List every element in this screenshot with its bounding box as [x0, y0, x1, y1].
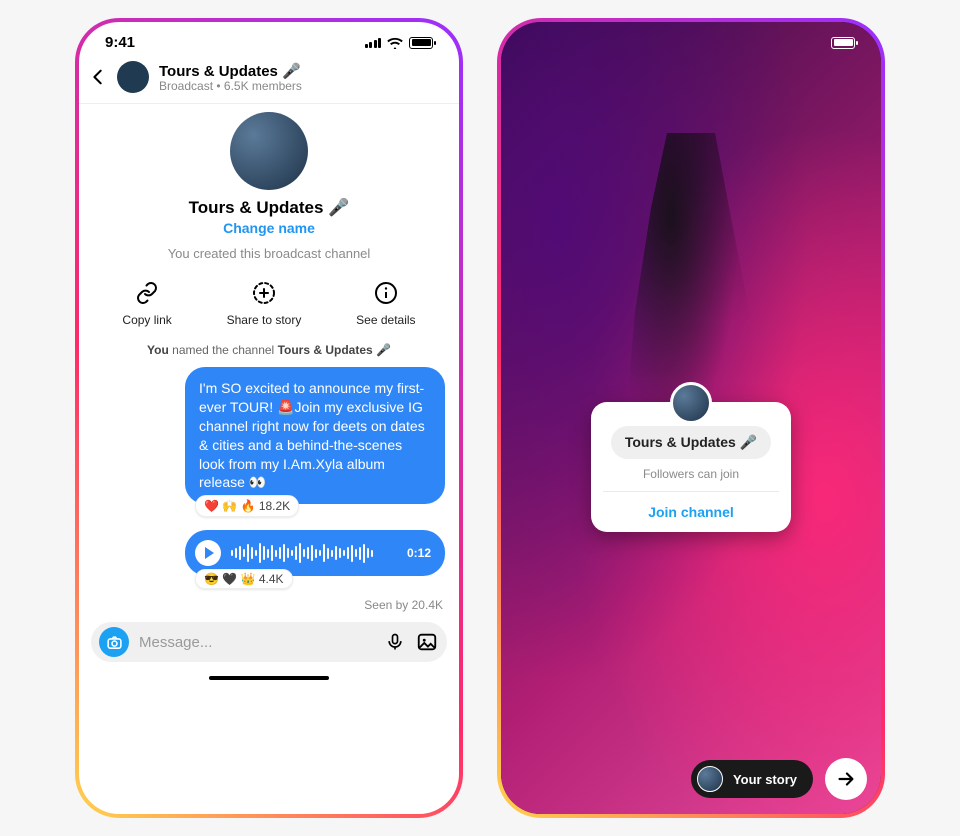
- profile-name: Tours & Updates 🎤: [189, 198, 350, 218]
- mic-button[interactable]: [383, 630, 407, 654]
- change-name-link[interactable]: Change name: [223, 220, 315, 236]
- message-text: I'm SO excited to announce my first-ever…: [199, 380, 425, 490]
- your-story-button[interactable]: Your story: [691, 760, 813, 798]
- profile-avatar[interactable]: [230, 112, 308, 190]
- header-avatar[interactable]: [117, 61, 149, 93]
- see-details-button[interactable]: See details: [356, 279, 415, 327]
- chat-header: Tours & Updates 🎤 Broadcast • 6.5K membe…: [79, 51, 459, 104]
- link-icon: [133, 279, 161, 307]
- channel-title: Tours & Updates 🎤: [159, 62, 302, 80]
- see-details-label: See details: [356, 313, 415, 327]
- voice-reactions[interactable]: 😎 🖤 👑 4.4K: [195, 569, 293, 589]
- voice-message[interactable]: 0:12 😎 🖤 👑 4.4K: [185, 530, 445, 576]
- voice-duration: 0:12: [407, 546, 431, 560]
- play-button[interactable]: [195, 540, 221, 566]
- phone-screen-story: 9:41 Aa: [501, 22, 881, 814]
- battery-icon: [831, 37, 855, 49]
- channel-profile: Tours & Updates 🎤 Change name You create…: [79, 104, 459, 265]
- home-indicator[interactable]: [209, 676, 329, 680]
- send-story-button[interactable]: [825, 758, 867, 800]
- header-text[interactable]: Tours & Updates 🎤 Broadcast • 6.5K membe…: [159, 62, 302, 93]
- sticker-channel-name: Tours & Updates 🎤: [611, 426, 771, 459]
- status-bar: 9:41: [79, 22, 459, 51]
- status-icons: [365, 37, 434, 49]
- your-story-label: Your story: [733, 772, 797, 787]
- status-time: 9:41: [105, 34, 135, 51]
- copy-link-button[interactable]: Copy link: [122, 279, 171, 327]
- phone-frame-chat: 9:41 Tours & Updates 🎤 Broadcast • 6.5K …: [75, 18, 463, 818]
- message-bubble[interactable]: I'm SO excited to announce my first-ever…: [185, 367, 445, 504]
- join-channel-button[interactable]: Join channel: [648, 496, 734, 522]
- copy-link-label: Copy link: [122, 313, 171, 327]
- sticker-subtext: Followers can join: [643, 467, 739, 481]
- your-story-avatar: [697, 766, 723, 792]
- phone-frame-story: 9:41 Aa: [497, 18, 885, 818]
- channel-sticker-card[interactable]: Tours & Updates 🎤 Followers can join Joi…: [591, 402, 791, 532]
- share-story-icon: [250, 279, 278, 307]
- wifi-icon: [387, 37, 403, 49]
- story-footer: Your story: [501, 758, 881, 800]
- sticker-divider: [603, 491, 779, 492]
- camera-button[interactable]: [99, 627, 129, 657]
- cellular-icon: [365, 37, 382, 48]
- share-story-label: Share to story: [227, 313, 302, 327]
- info-icon: [372, 279, 400, 307]
- composer: [91, 622, 447, 662]
- created-line: You created this broadcast channel: [168, 246, 371, 261]
- image-button[interactable]: [415, 630, 439, 654]
- system-event-line: You named the channel Tours & Updates 🎤: [79, 333, 459, 363]
- phone-screen-chat: 9:41 Tours & Updates 🎤 Broadcast • 6.5K …: [79, 22, 459, 814]
- share-story-button[interactable]: Share to story: [227, 279, 302, 327]
- waveform[interactable]: [231, 542, 397, 564]
- back-button[interactable]: [89, 68, 107, 86]
- action-row: Copy link Share to story See details: [79, 265, 459, 333]
- channel-subtitle: Broadcast • 6.5K members: [159, 79, 302, 93]
- play-icon: [205, 547, 214, 559]
- message-input[interactable]: [137, 633, 375, 652]
- message-reactions[interactable]: ❤️ 🙌 🔥 18.2K: [195, 495, 299, 517]
- battery-icon: [409, 37, 433, 49]
- sticker-avatar: [670, 382, 712, 424]
